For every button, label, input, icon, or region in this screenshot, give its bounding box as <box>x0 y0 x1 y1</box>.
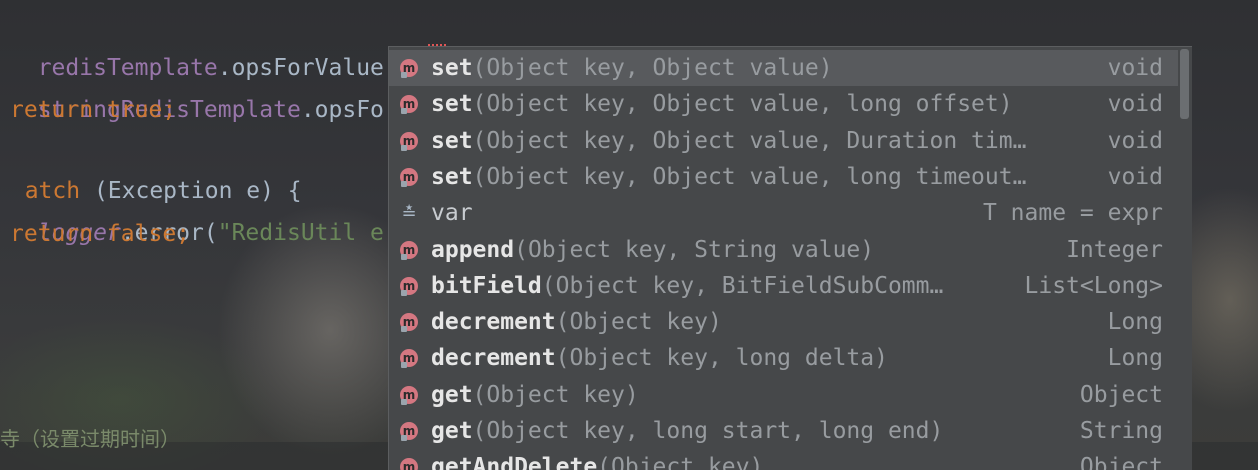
code-line-6[interactable]: return false; <box>10 214 190 254</box>
completion-name: set <box>431 127 473 154</box>
completion-item[interactable]: ≛ var T name = expr <box>389 195 1179 231</box>
completion-params: (Object key, Object value) <box>472 55 833 81</box>
completion-params: (Object key, Object value, long timeout… <box>472 163 1027 190</box>
completion-name: set <box>431 163 473 190</box>
completion-signature: bitField(Object key, BitFieldSubComm… <box>431 273 1025 299</box>
postfix-template-icon: ≛ <box>401 202 417 224</box>
completion-return-type: String <box>1079 418 1163 444</box>
completion-params: (Object key, Object value, long offset) <box>472 91 1013 118</box>
completion-return-type: Long <box>1107 345 1163 372</box>
completion-item[interactable]: m get(Object key, long start, long end) St… <box>389 413 1179 449</box>
method-icon: m <box>400 95 418 115</box>
completion-name: append <box>431 236 515 263</box>
completion-params: (Object key) <box>555 309 722 336</box>
method-icon: m <box>400 131 418 151</box>
code-completion-popup[interactable]: m set(Object key, Object value) void m set(O… <box>388 46 1192 470</box>
completion-params: (Object key, long start, long end) <box>472 418 944 444</box>
completion-name: getAndDelete <box>431 454 598 470</box>
code-line-1[interactable]: redisTemplate.opsForValue(). <box>10 8 426 81</box>
method-icon: m <box>400 167 418 187</box>
method-icon: m <box>400 276 418 296</box>
completion-params: (Object key, String value) <box>514 236 875 263</box>
completion-name: decrement <box>431 345 556 372</box>
completion-name: set <box>431 91 473 118</box>
completion-signature: getAndDelete(Object key) <box>431 454 1080 470</box>
completion-item[interactable]: m decrement(Object key, long delta) Long <box>389 340 1179 376</box>
comment-fragment: 寺（设置过期时间） <box>0 427 180 451</box>
completion-signature: set(Object key, Object value, long timeo… <box>431 164 1108 190</box>
completion-item[interactable]: m set(Object key, Object value, Duration … <box>389 123 1179 159</box>
completion-item[interactable]: m decrement(Object key) Long <box>389 304 1179 340</box>
completion-signature: get(Object key) <box>431 382 1080 408</box>
completion-params: (Object key) <box>472 381 639 408</box>
code-line-5[interactable]: logger.error("RedisUtil e <box>10 173 384 246</box>
completion-return-type: void <box>1107 55 1163 81</box>
completion-item[interactable]: m append(Object key, String value) Integer <box>389 232 1179 268</box>
completion-name: get <box>431 418 473 444</box>
completion-item[interactable]: m set(Object key, Object value) void <box>389 50 1179 86</box>
code-line-2[interactable]: stringRedisTemplate.opsFo <box>10 50 384 123</box>
completion-scrollbar[interactable] <box>1178 47 1192 470</box>
completion-scroll-thumb[interactable] <box>1180 49 1189 119</box>
completion-signature: var <box>431 200 983 226</box>
completion-signature: set(Object key, Object value, Duration t… <box>431 128 1108 154</box>
method-icon: m <box>400 385 418 405</box>
method-icon: m <box>400 313 418 333</box>
completion-params: (Object key, BitFieldSubComm… <box>541 272 944 299</box>
method-icon: m <box>400 240 418 260</box>
completion-item[interactable]: m getAndDelete(Object key) Object <box>389 449 1179 470</box>
completion-signature: decrement(Object key) <box>431 309 1108 335</box>
completion-name: decrement <box>431 309 556 336</box>
completion-return-type: void <box>1107 163 1163 190</box>
completion-return-type: void <box>1107 91 1163 118</box>
completion-return-type: Object <box>1079 381 1163 408</box>
completion-signature: set(Object key, Object value) <box>431 55 1108 81</box>
completion-params: (Object key, Object value, Duration tim… <box>472 127 1027 154</box>
completion-item[interactable]: m set(Object key, Object value, long offs… <box>389 86 1179 122</box>
code-token-string: "RedisUtil e <box>217 220 384 246</box>
completion-return-type: Long <box>1107 309 1163 336</box>
completion-signature: append(Object key, String value) <box>431 237 1066 263</box>
completion-return-type: List<Long> <box>1024 272 1163 299</box>
completion-return-type: void <box>1107 127 1163 154</box>
error-squiggle <box>428 38 446 46</box>
completion-signature: set(Object key, Object value, long offse… <box>431 91 1108 117</box>
method-icon: m <box>400 59 418 78</box>
completion-params: (Object key) <box>597 454 764 470</box>
completion-item[interactable]: m set(Object key, Object value, long time… <box>389 159 1179 195</box>
code-line-3[interactable]: return true; <box>10 90 176 130</box>
completion-signature: decrement(Object key, long delta) <box>431 345 1108 371</box>
completion-return-type: T name = expr <box>982 200 1163 227</box>
completion-item[interactable]: m bitField(Object key, BitFieldSubComm… Li… <box>389 268 1179 304</box>
completion-name: get <box>431 381 473 408</box>
completion-params: (Object key, long delta) <box>555 345 888 372</box>
completion-return-type: Object <box>1079 454 1163 470</box>
completion-name: bitField <box>431 272 542 299</box>
completion-name: var <box>431 200 473 227</box>
code-token-call: .opsFo <box>300 97 384 123</box>
completion-signature: get(Object key, long start, long end) <box>431 418 1080 444</box>
method-icon: m <box>400 422 418 441</box>
method-icon: m <box>400 458 418 470</box>
completion-return-type: Integer <box>1066 236 1163 263</box>
method-icon: m <box>400 349 418 369</box>
completion-item[interactable]: m get(Object key) Object <box>389 377 1179 413</box>
code-line-4[interactable]: atch (Exception e) { <box>0 131 302 204</box>
completion-name: set <box>431 55 473 81</box>
